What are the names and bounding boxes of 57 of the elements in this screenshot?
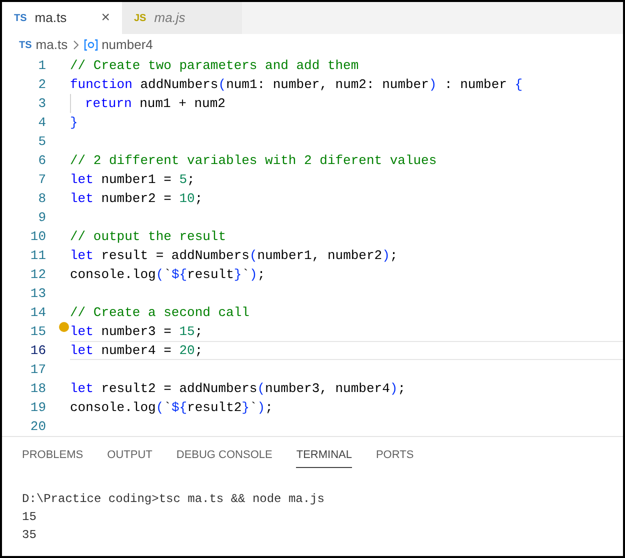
line-number: 18	[29, 380, 46, 398]
line-number: 20	[29, 418, 46, 436]
file-type-label: JS	[134, 12, 146, 26]
line-number: 6	[37, 152, 46, 170]
tab-label: ma.ts	[34, 9, 67, 28]
file-type-label: TS	[14, 12, 27, 26]
line-number: 14	[29, 304, 46, 322]
line-number: 3	[37, 94, 46, 113]
terminal-line: 35	[22, 526, 38, 544]
line-number: 9	[37, 208, 46, 227]
code-line: let result = addNumbers(number1, number2);	[70, 246, 398, 265]
panel-tab[interactable]: DEBUG CONSOLE	[176, 447, 272, 468]
terminal-line: D:\Practice coding>tsc ma.ts && node ma.js	[22, 490, 326, 508]
line-number: 7	[37, 170, 46, 189]
breadcrumb-item[interactable]: ma.ts	[36, 35, 68, 55]
panel-tab[interactable]: OUTPUT	[107, 447, 152, 468]
line-number: 1	[37, 56, 46, 75]
panel-tab[interactable]: TERMINAL	[296, 447, 352, 468]
editor-tab[interactable]: JS ma.js	[122, 2, 242, 34]
code-line: function addNumbers(num1: number, num2: number) : number {	[70, 76, 523, 94]
panel-tab[interactable]: PROBLEMS	[22, 447, 84, 468]
variable-symbol-icon	[84, 39, 98, 51]
line-number: 12	[29, 266, 46, 284]
line-number: 10	[29, 228, 46, 246]
close-icon[interactable]: ×	[101, 6, 110, 30]
code-line: return num1 + num2	[85, 94, 226, 113]
line-number: 17	[29, 360, 46, 379]
code-line: }	[70, 114, 78, 132]
code-line: // 2 different variables with 2 diferent values	[70, 152, 437, 170]
line-number: 4	[37, 114, 46, 132]
file-type-label: TS	[19, 38, 32, 52]
line-number: 16	[29, 342, 46, 360]
tab-label: ma.js	[154, 9, 186, 28]
panel-tab[interactable]: PORTS	[376, 447, 414, 468]
line-number: 5	[37, 132, 46, 151]
lightbulb-icon[interactable]	[59, 322, 69, 332]
indent-guide	[70, 94, 71, 113]
line-number: 13	[29, 284, 46, 303]
code-line: // Create two parameters and add them	[70, 56, 359, 75]
code-line: // Create a second call	[70, 304, 250, 322]
code-line: let number2 = 10;	[70, 190, 203, 208]
breadcrumb-item[interactable]: number4	[102, 35, 153, 55]
editor-tab[interactable]: TS ma.ts ×	[2, 2, 122, 34]
line-number: 2	[37, 76, 46, 94]
chevron-right-icon	[72, 40, 80, 50]
line-number: 8	[37, 190, 46, 208]
terminal-line: 15	[22, 508, 38, 526]
code-line: console.log(`${result}`);	[70, 266, 266, 284]
code-line: let number4 = 20;	[70, 342, 203, 360]
code-line: let result2 = addNumbers(number3, number4);	[70, 380, 406, 398]
code-line: console.log(`${result2}`);	[70, 398, 273, 417]
line-number: 15	[29, 322, 46, 341]
code-line: // output the result	[70, 228, 226, 246]
line-number: 11	[29, 246, 46, 265]
code-line: let number1 = 5;	[70, 170, 195, 189]
line-number: 19	[29, 398, 46, 417]
code-line: let number3 = 15;	[70, 322, 203, 341]
